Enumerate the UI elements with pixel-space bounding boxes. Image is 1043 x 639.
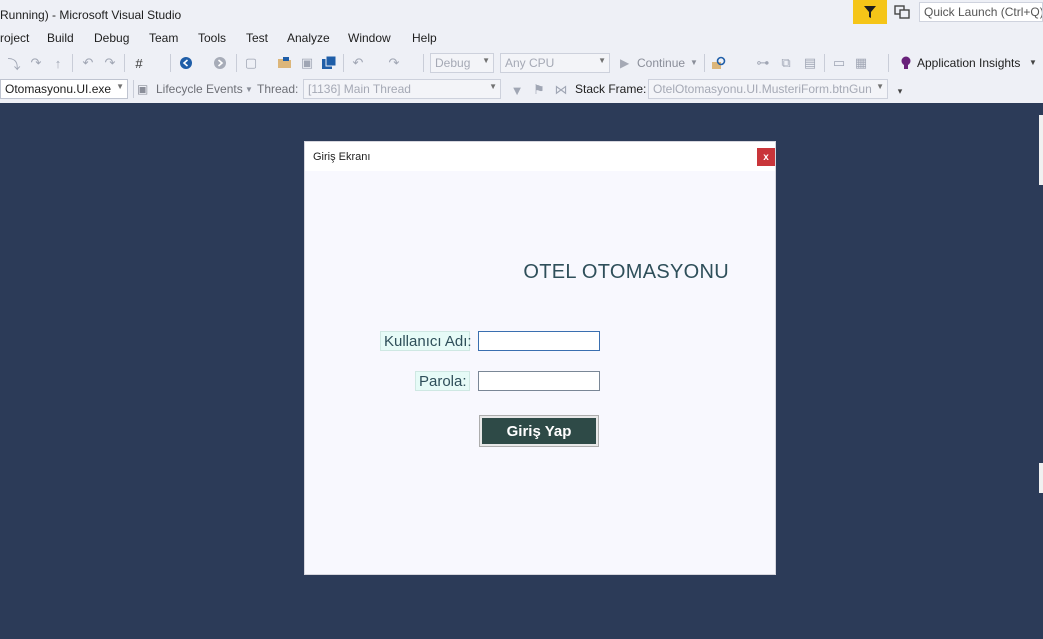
open-file-icon[interactable] [277,55,293,71]
step-out-icon[interactable]: ↑ [50,55,66,71]
chevron-down-icon: ▼ [598,56,606,65]
chevron-down-icon: ▼ [1029,58,1037,67]
thread-select[interactable]: [1136] Main Thread ▼ [303,79,501,99]
undo-disabled-icon[interactable]: ↶ [80,55,96,71]
lifecycle-events-button[interactable]: ▣ Lifecycle Events ▼ [137,80,255,100]
new-project-icon[interactable]: ▢ [243,55,259,71]
continue-button[interactable]: ▶ Continue ▼ [618,53,700,73]
application-insights-label: Application Insights [917,56,1021,70]
thread-label: Thread: [257,82,299,96]
lifecycle-events-icon: ▣ [137,82,149,96]
lightbulb-icon [898,55,914,71]
app-heading: OTEL OTOMASYONU [523,261,729,283]
dialog-title: Giriş Ekranı [313,151,371,163]
chevron-down-icon: ▼ [690,58,698,67]
breakpoint-icon[interactable]: ⊶ [755,55,771,71]
username-input[interactable] [478,331,600,351]
menu-test[interactable]: Test [246,31,268,45]
step-over-icon[interactable]: ⤵ [6,55,22,72]
password-input[interactable] [478,371,600,391]
menu-tools[interactable]: Tools [198,31,226,45]
continue-label: Continue [637,56,686,70]
lifecycle-events-label: Lifecycle Events [156,82,243,96]
login-dialog: Giriş Ekranı x OTEL OTOMASYONU Kullanıcı… [304,141,776,575]
menu-window[interactable]: Window [348,31,391,45]
stack-frame-label: Stack Frame: [575,82,647,96]
menu-debug[interactable]: Debug [94,31,129,45]
save-icon[interactable]: ▣ [299,55,315,71]
menu-help[interactable]: Help [412,31,437,45]
editor-scroll-strip [1037,103,1043,639]
menu-team[interactable]: Team [149,31,178,45]
application-insights-button[interactable]: Application Insights ▼ [917,56,1041,72]
solution-configuration-select[interactable]: Debug ▼ [430,53,494,73]
dialog-title-bar: Giriş Ekranı x [305,142,775,171]
play-icon: ▶ [620,56,630,70]
chevron-down-icon: ▼ [876,82,884,91]
standard-toolbar: ⤵ ↷ ↑ ↶ ↷ # ▢ ▣ ↶ ↷ Debug ▼ Any CPU ▼ ▶ … [0,50,1043,76]
hex-display-icon[interactable]: # [131,55,147,71]
chevron-down-icon: ▼ [482,56,490,65]
navigate-back-icon[interactable] [178,55,194,71]
step-into-icon[interactable]: ↷ [28,55,44,71]
comment-icon[interactable]: ▭ [831,55,847,71]
toolbar-overflow-icon[interactable]: ▾ [892,83,908,99]
menu-project[interactable]: roject [0,31,29,45]
undo-icon[interactable]: ↶ [350,55,366,71]
flag-threads-icon[interactable]: ⚑ [531,82,547,98]
find-in-files-icon[interactable] [711,55,727,71]
password-label: Parola: [415,371,470,391]
chevron-down-icon: ▼ [245,85,253,94]
process-select[interactable]: Otomasyonu.UI.exe ▼ [0,79,128,99]
stack-frame-icon[interactable]: ⋈ [553,82,569,98]
uncomment-icon[interactable]: ▦ [853,55,869,71]
window-title: Running) - Microsoft Visual Studio [0,8,182,22]
feedback-icon[interactable] [893,4,911,20]
login-button-label: Giriş Yap [482,418,596,444]
stack-frame-select[interactable]: OtelOtomasyonu.UI.MusteriForm.btnGun ▼ [648,79,888,99]
debug-location-toolbar: Otomasyonu.UI.exe ▼ ▣ Lifecycle Events ▼… [0,76,1043,103]
chevron-down-icon: ▼ [489,82,497,91]
filter-icon[interactable]: ▼ [509,82,525,98]
quick-launch-input[interactable]: Quick Launch (Ctrl+Q) [919,2,1043,22]
vs-title-bar: Running) - Microsoft Visual Studio Quick… [0,0,1043,29]
call-stack-icon[interactable]: ▤ [802,55,818,71]
menu-bar: roject Build Debug Team Tools Test Analy… [0,29,1043,50]
menu-analyze[interactable]: Analyze [287,31,330,45]
redo-icon[interactable]: ↷ [386,55,402,71]
redo-disabled-icon[interactable]: ↷ [102,55,118,71]
menu-build[interactable]: Build [47,31,74,45]
save-all-icon[interactable] [321,55,337,71]
login-button[interactable]: Giriş Yap [479,415,599,447]
username-label: Kullanıcı Adı: [380,331,472,351]
notification-flag-icon[interactable] [853,0,887,24]
show-threads-icon[interactable]: ⧉ [778,55,794,71]
solution-platform-select[interactable]: Any CPU ▼ [500,53,610,73]
chevron-down-icon: ▼ [116,82,124,91]
navigate-forward-icon[interactable] [212,55,228,71]
close-button[interactable]: x [757,148,775,166]
